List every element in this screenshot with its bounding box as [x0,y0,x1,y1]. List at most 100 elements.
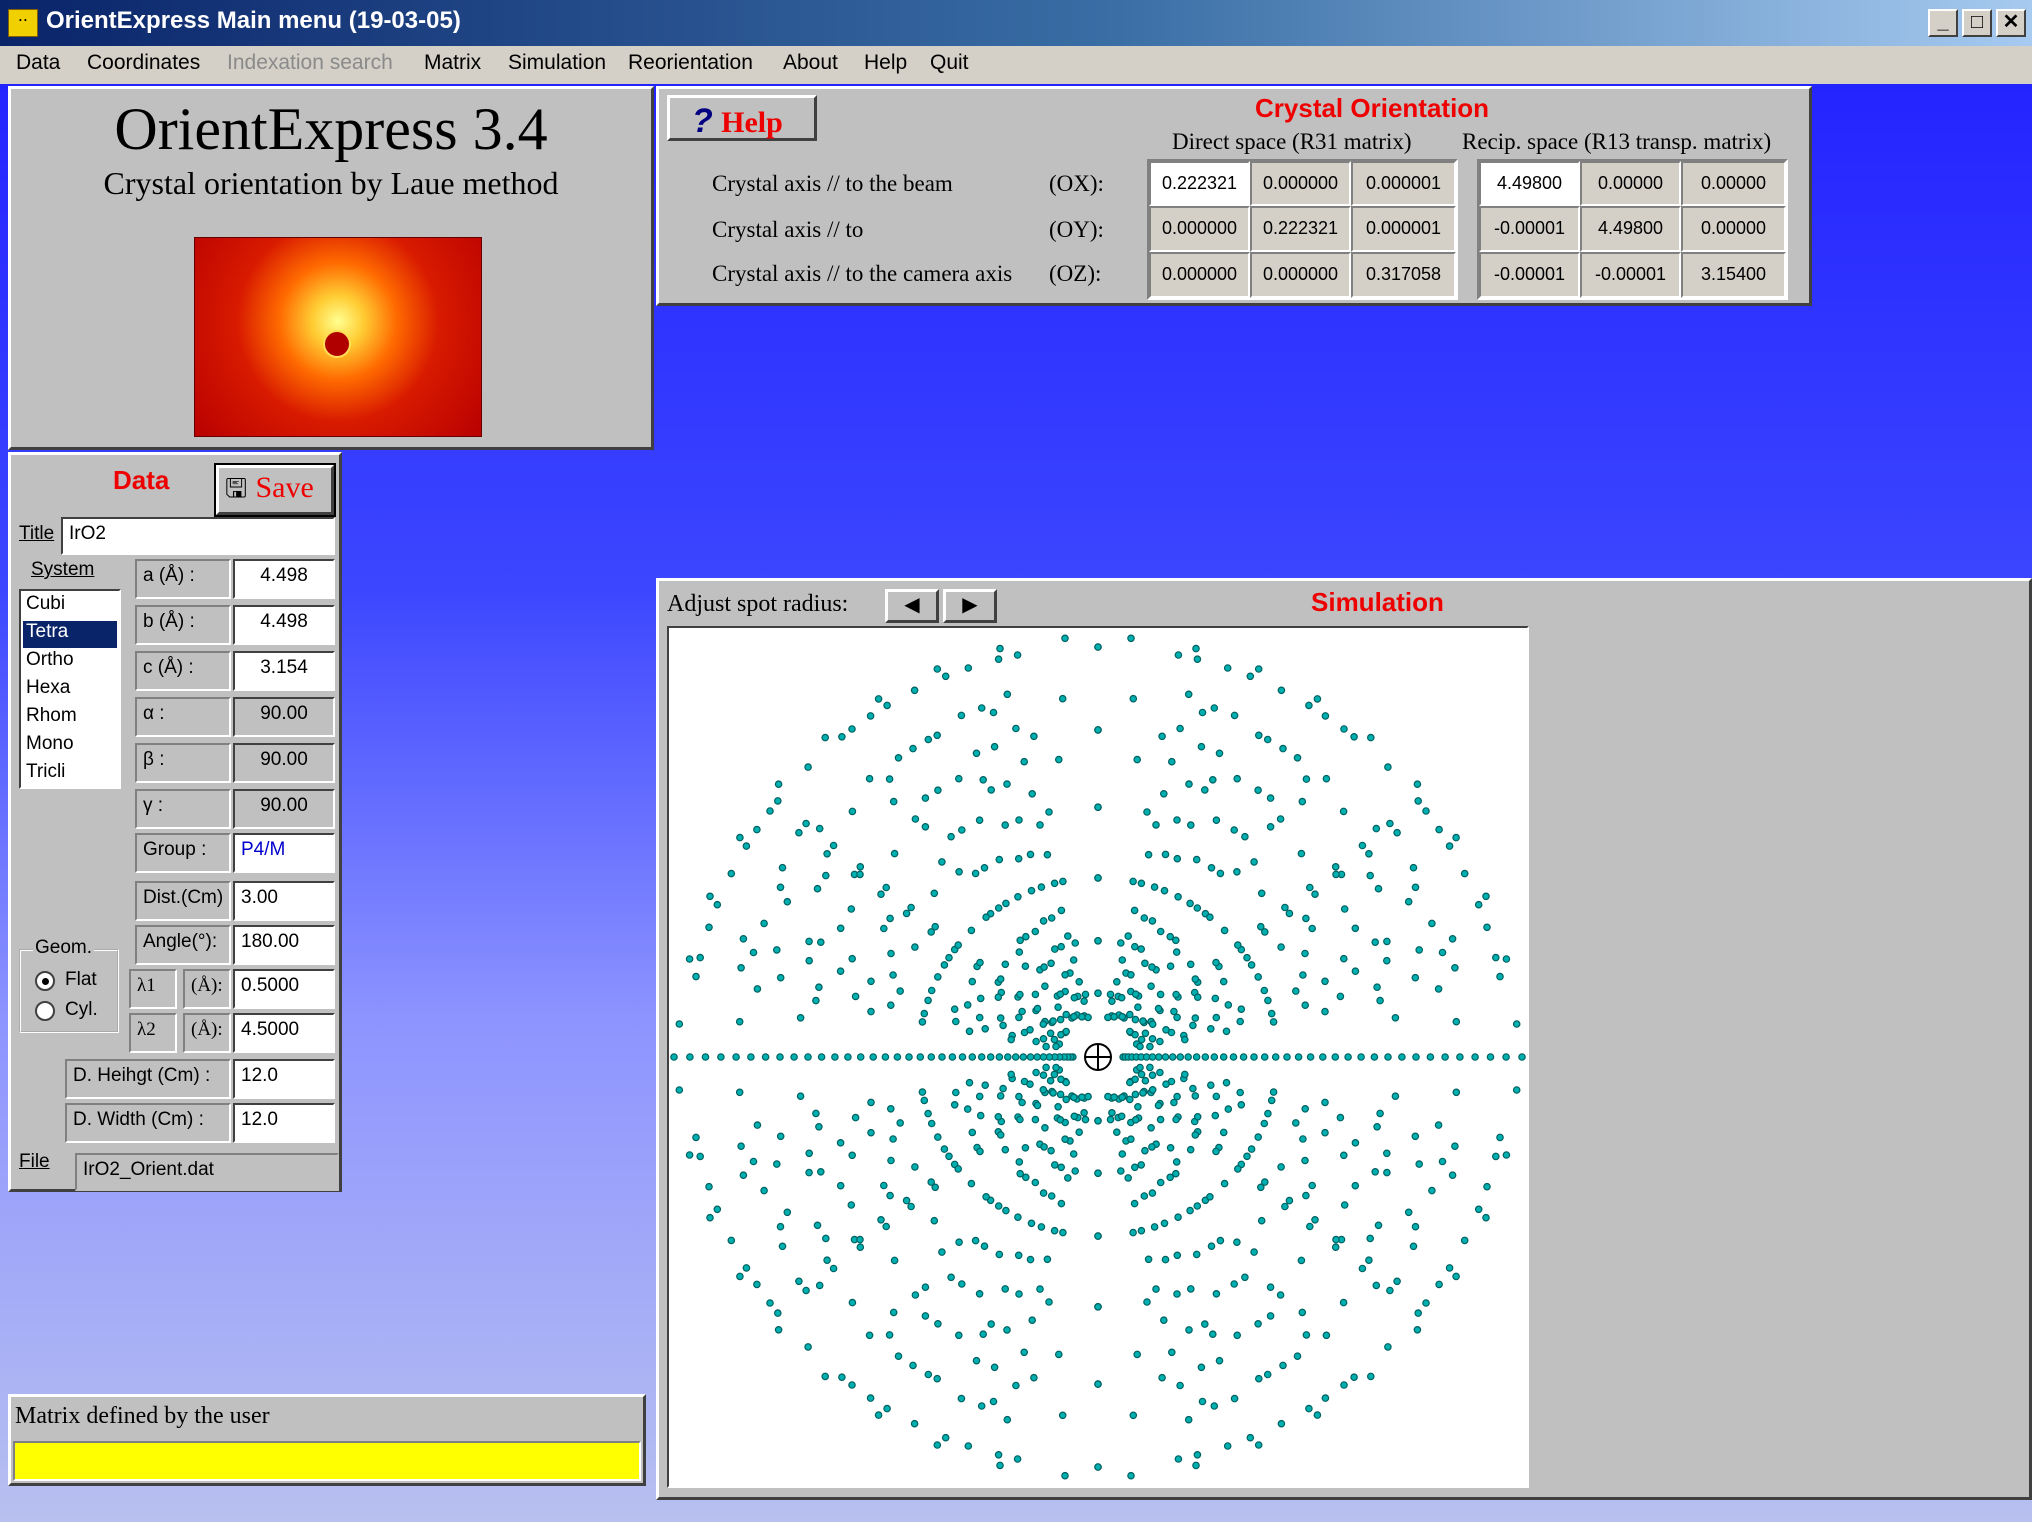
laue-spot [1070,993,1079,1002]
splash-panel: OrientExpress 3.4 Crystal orientation by… [8,86,654,450]
laue-spot [1384,1053,1392,1061]
laue-spot [921,794,930,802]
direct-cell[interactable]: 0.222321 [1250,206,1351,252]
param-b-input[interactable]: 4.498 [233,605,335,645]
recip-cell[interactable]: -0.00001 [1580,252,1681,298]
menu-reorientation[interactable]: Reorientation [628,51,753,75]
laue-spot [1156,927,1165,936]
direct-cell[interactable]: 0.222321 [1149,161,1250,206]
laue-spot [950,1100,959,1109]
system-option[interactable]: Mono [23,733,117,760]
laue-spot [1236,1017,1245,1026]
laue-spot [1162,1080,1170,1089]
row-oz-label: Crystal axis // to the camera axis [712,261,1013,286]
recip-cell[interactable]: -0.00001 [1479,206,1580,252]
laue-spot [1018,1007,1026,1016]
menu-about[interactable]: About [783,51,838,75]
lambda1-input[interactable]: 0.5000 [233,969,335,1009]
direct-cell[interactable]: 0.000001 [1351,161,1456,206]
lambda2-input[interactable]: 4.5000 [233,1013,335,1053]
laue-spot [1084,1013,1092,1022]
group-input[interactable]: P4/M [233,833,335,873]
flat-radio[interactable] [35,971,55,991]
system-option-selected[interactable]: Tetra [23,621,117,648]
status-panel: Matrix defined by the user [8,1394,646,1486]
angle-input[interactable]: 180.00 [233,925,335,965]
param-gamma-input[interactable]: 90.00 [233,789,335,829]
recip-cell[interactable]: 4.49800 [1479,161,1580,206]
direct-cell[interactable]: 0.000000 [1149,252,1250,298]
recip-cell[interactable]: 0.00000 [1681,161,1786,206]
param-alpha-input[interactable]: 90.00 [233,697,335,737]
laue-spot [994,1112,1003,1121]
menu-simulation[interactable]: Simulation [508,51,606,75]
recip-cell[interactable]: 3.15400 [1681,252,1786,298]
direct-cell[interactable]: 0.000000 [1250,252,1351,298]
laue-spot [1007,1070,1016,1079]
laue-spot [894,1352,903,1361]
menu-data[interactable]: Data [16,51,60,75]
title-input[interactable]: IrO2 [61,517,335,555]
laue-spot [927,1119,936,1128]
direct-cell[interactable]: 0.000000 [1149,206,1250,252]
laue-spot [954,1331,963,1340]
laue-spot [1247,1145,1256,1153]
arrow-right-icon[interactable]: ▶ [943,589,997,623]
laue-spot [776,973,785,982]
laue-simulation-canvas[interactable] [667,626,1529,1488]
menu-quit[interactable]: Quit [930,51,969,75]
menu-coordinates[interactable]: Coordinates [87,51,200,75]
row-oy-axis: (OY): [1049,217,1104,242]
menu-help[interactable]: Help [864,51,907,75]
system-listbox[interactable]: Cubi Tetra Ortho Hexa Rhom Mono Tricli [19,589,121,789]
app-dots-icon[interactable]: ∙∙ [8,9,38,37]
system-option[interactable]: Rhom [23,705,117,732]
laue-spot [1129,1228,1137,1237]
close-icon[interactable]: ✕ [1996,9,2026,37]
laue-spot [1456,1053,1464,1061]
direct-cell[interactable]: 0.000001 [1351,206,1456,252]
dheight-input[interactable]: 12.0 [233,1059,335,1099]
laue-spot [941,1433,950,1442]
menu-matrix[interactable]: Matrix [424,51,481,75]
laue-spot [1371,1167,1380,1176]
laue-spot [1254,1374,1263,1383]
recip-cell[interactable]: 4.49800 [1580,206,1681,252]
system-option[interactable]: Hexa [23,677,117,704]
laue-spot [1451,963,1459,972]
laue-spot [736,1272,744,1281]
maximize-icon[interactable]: □ [1962,9,1992,37]
cyl-radio[interactable] [35,1001,55,1021]
laue-spot [1176,1381,1184,1390]
save-button[interactable]: 🖫 Save [214,463,336,517]
laue-spot [776,883,785,892]
param-beta-input[interactable]: 90.00 [233,743,335,783]
recip-cell[interactable]: -0.00001 [1479,252,1580,298]
direct-cell[interactable]: 0.000000 [1250,161,1351,206]
window-title: OrientExpress Main menu (19-03-05) [46,7,461,34]
laue-spot [1294,1053,1303,1061]
laue-spot [1207,864,1216,872]
param-c-input[interactable]: 3.154 [233,651,335,691]
arrow-left-icon[interactable]: ◀ [885,589,939,623]
system-option[interactable]: Cubi [23,593,117,620]
dist-input[interactable]: 3.00 [233,881,335,921]
param-a-input[interactable]: 4.498 [233,559,335,599]
laue-spot [1001,1285,1010,1293]
laue-spot [1198,708,1207,717]
minimize-icon[interactable]: _ [1928,9,1958,37]
laue-spot [1131,1015,1140,1024]
dwidth-input[interactable]: 12.0 [233,1103,335,1143]
help-button[interactable]: ? Help [667,95,817,141]
recip-cell[interactable]: 0.00000 [1681,206,1786,252]
lambda1-unit: (Å): [183,969,231,1009]
laue-spot [685,1151,694,1159]
laue-spot [1031,1115,1040,1124]
laue-spot [1230,1394,1239,1403]
system-option[interactable]: Ortho [23,649,117,676]
window-title-bar[interactable]: ∙∙ OrientExpress Main menu (19-03-05) _ … [0,0,2032,46]
geometry-group: Geom. Flat Cyl. [19,937,119,1033]
recip-cell[interactable]: 0.00000 [1580,161,1681,206]
system-option[interactable]: Tricli [23,761,117,788]
direct-cell[interactable]: 0.317058 [1351,252,1456,298]
